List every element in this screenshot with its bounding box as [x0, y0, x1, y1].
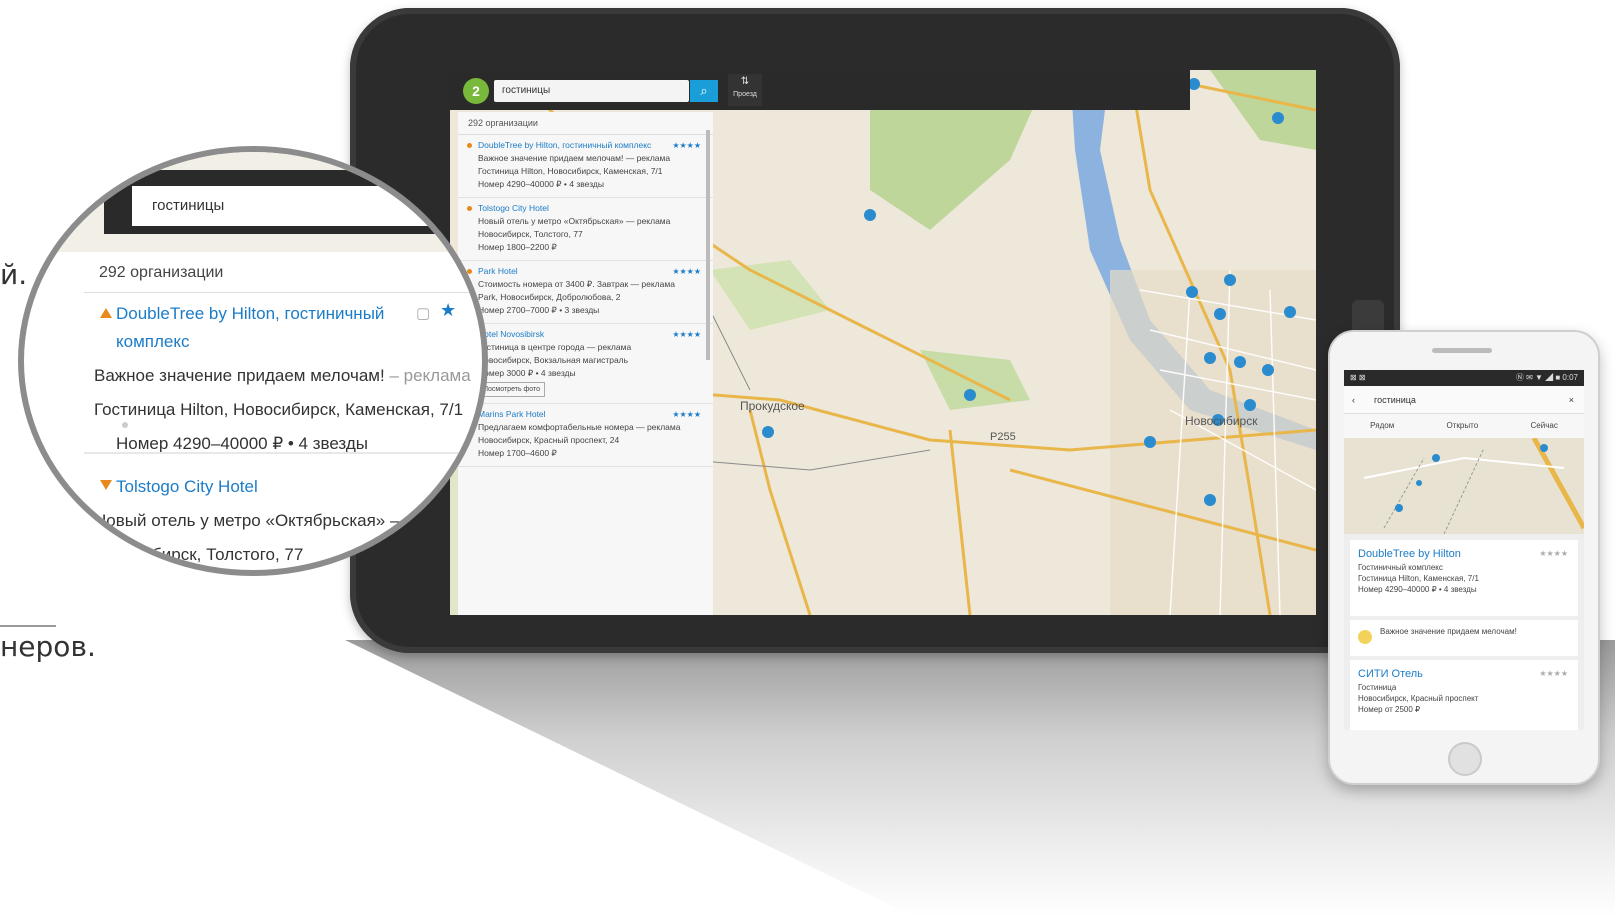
phone-home-button[interactable] [1448, 742, 1482, 776]
list-item-price: Номер 3000 ₽ • 4 звезды [478, 368, 576, 378]
search-icon: ⌕ [700, 83, 708, 98]
magnifier-item-name[interactable]: Tolstogo City Hotel [94, 470, 474, 504]
list-item-ad: Стоимость номера от 3400 ₽. Завтрак — ре… [478, 279, 675, 289]
rating-stars: ★★★★ [672, 267, 701, 276]
hotel-icon [467, 143, 472, 148]
rating-stars: ★★★★ [672, 330, 701, 339]
close-icon[interactable]: × [1569, 386, 1574, 414]
magnifier-item-address: Новосибирск, Толстого, 77 [94, 545, 304, 564]
list-item[interactable]: Park Hotel ★★★★ Стоимость номера от 3400… [458, 261, 713, 324]
list-item-price: Номер 1800–2200 ₽ [478, 242, 557, 252]
back-arrow-icon[interactable]: ‹ [1352, 386, 1355, 414]
phone-card-address: Гостиница Hilton, Каменская, 7/1 [1358, 574, 1479, 583]
phone-filter-tabs: Рядом Открыто Сейчас [1344, 414, 1584, 439]
list-item-name[interactable]: Hotel Novosibirsk [478, 328, 703, 341]
magnifier-item-ad: Новый отель у метро «Октябрьская» – [94, 511, 400, 530]
tab-open[interactable]: Открыто [1447, 414, 1479, 438]
phone-card-address: Новосибирск, Красный проспект [1358, 694, 1479, 703]
list-item-ad: Новый отель у метро «Октябрьская» — рекл… [478, 216, 671, 226]
list-item[interactable]: Hotel Novosibirsk ★★★★ Гостиница в центр… [458, 324, 713, 404]
route-button[interactable]: ⇅ Проезд [728, 74, 762, 106]
list-item[interactable]: DoubleTree by Hilton, гостиничный компле… [458, 135, 713, 198]
results-count: 292 организации [458, 112, 713, 135]
route-label: Проезд [733, 91, 757, 98]
rating-stars: ★★★★ [672, 410, 701, 419]
show-photos-button[interactable]: Посмотреть фото [478, 382, 546, 397]
rating-stars: ★★★★ [1539, 669, 1568, 678]
list-item-name[interactable]: Marins Park Hotel [478, 408, 703, 421]
phone-search-input[interactable]: ‹ гостиница × [1344, 386, 1584, 414]
results-list[interactable]: 292 организации DoubleTree by Hilton, го… [458, 112, 713, 615]
search-button[interactable]: ⌕ [690, 80, 718, 102]
phone-card-name[interactable]: DoubleTree by Hilton [1358, 546, 1570, 562]
list-item-ad: Важное значение придаем мелочам! — рекла… [478, 153, 671, 163]
magnifier-item-ad: Важное значение придаем мелочам! [94, 366, 385, 385]
phone-card-city[interactable]: СИТИ Отель ★★★★ Гостиница Новосибирск, К… [1350, 660, 1578, 730]
tab-nearby[interactable]: Рядом [1370, 414, 1394, 438]
divider [84, 452, 482, 454]
bullet-dot [122, 422, 128, 428]
edge-text-1: й. [0, 258, 28, 291]
phone-search-text: гостиница [1374, 395, 1416, 405]
search-input[interactable]: гостиницы [494, 80, 689, 102]
phone-card-name[interactable]: СИТИ Отель [1358, 666, 1570, 682]
list-item[interactable]: Marins Park Hotel ★★★★ Предлагаем комфор… [458, 404, 713, 467]
map-label-city: Новосибирск [1185, 414, 1258, 428]
phone-status-bar: ⊠ ⊠ Ⓝ ✉ ▼ ◢ ■ 0:07 [1344, 370, 1584, 386]
magnifier-lens: гостиницы 292 организации ▢ ★ DoubleTree… [18, 146, 488, 576]
edge-text-2: неров. [0, 630, 96, 663]
divider [84, 292, 482, 293]
magnifier-item-name-cont[interactable]: комплекс [116, 332, 189, 351]
phone-card-sub: Гостиница [1358, 683, 1397, 692]
list-item-ad: Предлагаем комфортабельные номера — рекл… [478, 422, 681, 432]
ad-icon [1358, 630, 1372, 644]
list-item-price: Номер 1700–4600 ₽ [478, 448, 557, 458]
route-icon: ⇅ [740, 76, 750, 87]
phone-card-price: Номер от 2500 ₽ [1358, 705, 1421, 714]
magnifier-item-name[interactable]: DoubleTree by Hilton, гостиничный [116, 304, 384, 323]
map-label-village: Прокудское [740, 399, 805, 413]
status-right: Ⓝ ✉ ▼ ◢ ■ 0:07 [1515, 373, 1578, 382]
list-scrollbar[interactable] [706, 130, 710, 360]
list-item-address: Новосибирск, Вокзальная магистраль [478, 355, 629, 365]
list-item-name[interactable]: DoubleTree by Hilton, гостиничный компле… [478, 139, 703, 152]
phone-card-price: Номер 4290–40000 ₽ • 4 звезды [1358, 585, 1477, 594]
edge-underline [0, 625, 56, 627]
magnifier-results-count: 292 организации [99, 264, 224, 281]
list-item-address: Новосибирск, Красный проспект, 24 [478, 435, 620, 445]
list-item-address: Гостиница Hilton, Новосибирск, Каменская… [478, 166, 663, 176]
magnifier-item-address: Гостиница Hilton, Новосибирск, Каменская… [94, 400, 464, 419]
list-item-ad: Гостиница в центре города — реклама [478, 342, 632, 352]
phone-screen: ⊠ ⊠ Ⓝ ✉ ▼ ◢ ■ 0:07 ‹ гостиница × Рядом О… [1344, 370, 1584, 730]
map-label-road: Р255 [990, 431, 1016, 443]
phone-card-sub: Гостиничный комплекс [1358, 563, 1443, 572]
status-left: ⊠ ⊠ [1350, 373, 1366, 382]
list-item-price: Номер 2700–7000 ₽ • 3 звезды [478, 305, 600, 315]
list-item[interactable]: Tolstogo City Hotel Новый отель у метро … [458, 198, 713, 261]
magnifier-item-tolstogo[interactable]: Tolstogo City Hotel Новый отель у метро … [94, 470, 474, 570]
rating-stars: ★★★★ [1539, 549, 1568, 558]
phone-speaker [1432, 348, 1492, 353]
list-item-address: Новосибирск, Толстого, 77 [478, 229, 583, 239]
magnifier-item-hilton[interactable]: DoubleTree by Hilton, гостиничный компле… [94, 300, 474, 458]
phone-map[interactable] [1344, 438, 1584, 534]
list-item-name[interactable]: Park Hotel [478, 265, 703, 278]
tab-now[interactable]: Сейчас [1531, 414, 1558, 438]
phone-ad-card[interactable]: Важное значение придаем мелочам! [1350, 620, 1578, 656]
app-logo[interactable]: 2 [463, 78, 489, 104]
list-item-price: Номер 4290–40000 ₽ • 4 звезды [478, 179, 604, 189]
list-item-name[interactable]: Tolstogo City Hotel [478, 202, 703, 215]
phone-card-hilton[interactable]: DoubleTree by Hilton ★★★★ Гостиничный ко… [1350, 540, 1578, 616]
phone-ad-text: Важное значение придаем мелочам! [1380, 627, 1517, 636]
magnifier-search-input[interactable]: гостиницы [132, 186, 482, 226]
ad-label: – реклама [384, 366, 471, 385]
list-item-address: Park, Новосибирск, Добролюбова, 2 [478, 292, 621, 302]
rating-stars: ★★★★ [672, 141, 701, 150]
